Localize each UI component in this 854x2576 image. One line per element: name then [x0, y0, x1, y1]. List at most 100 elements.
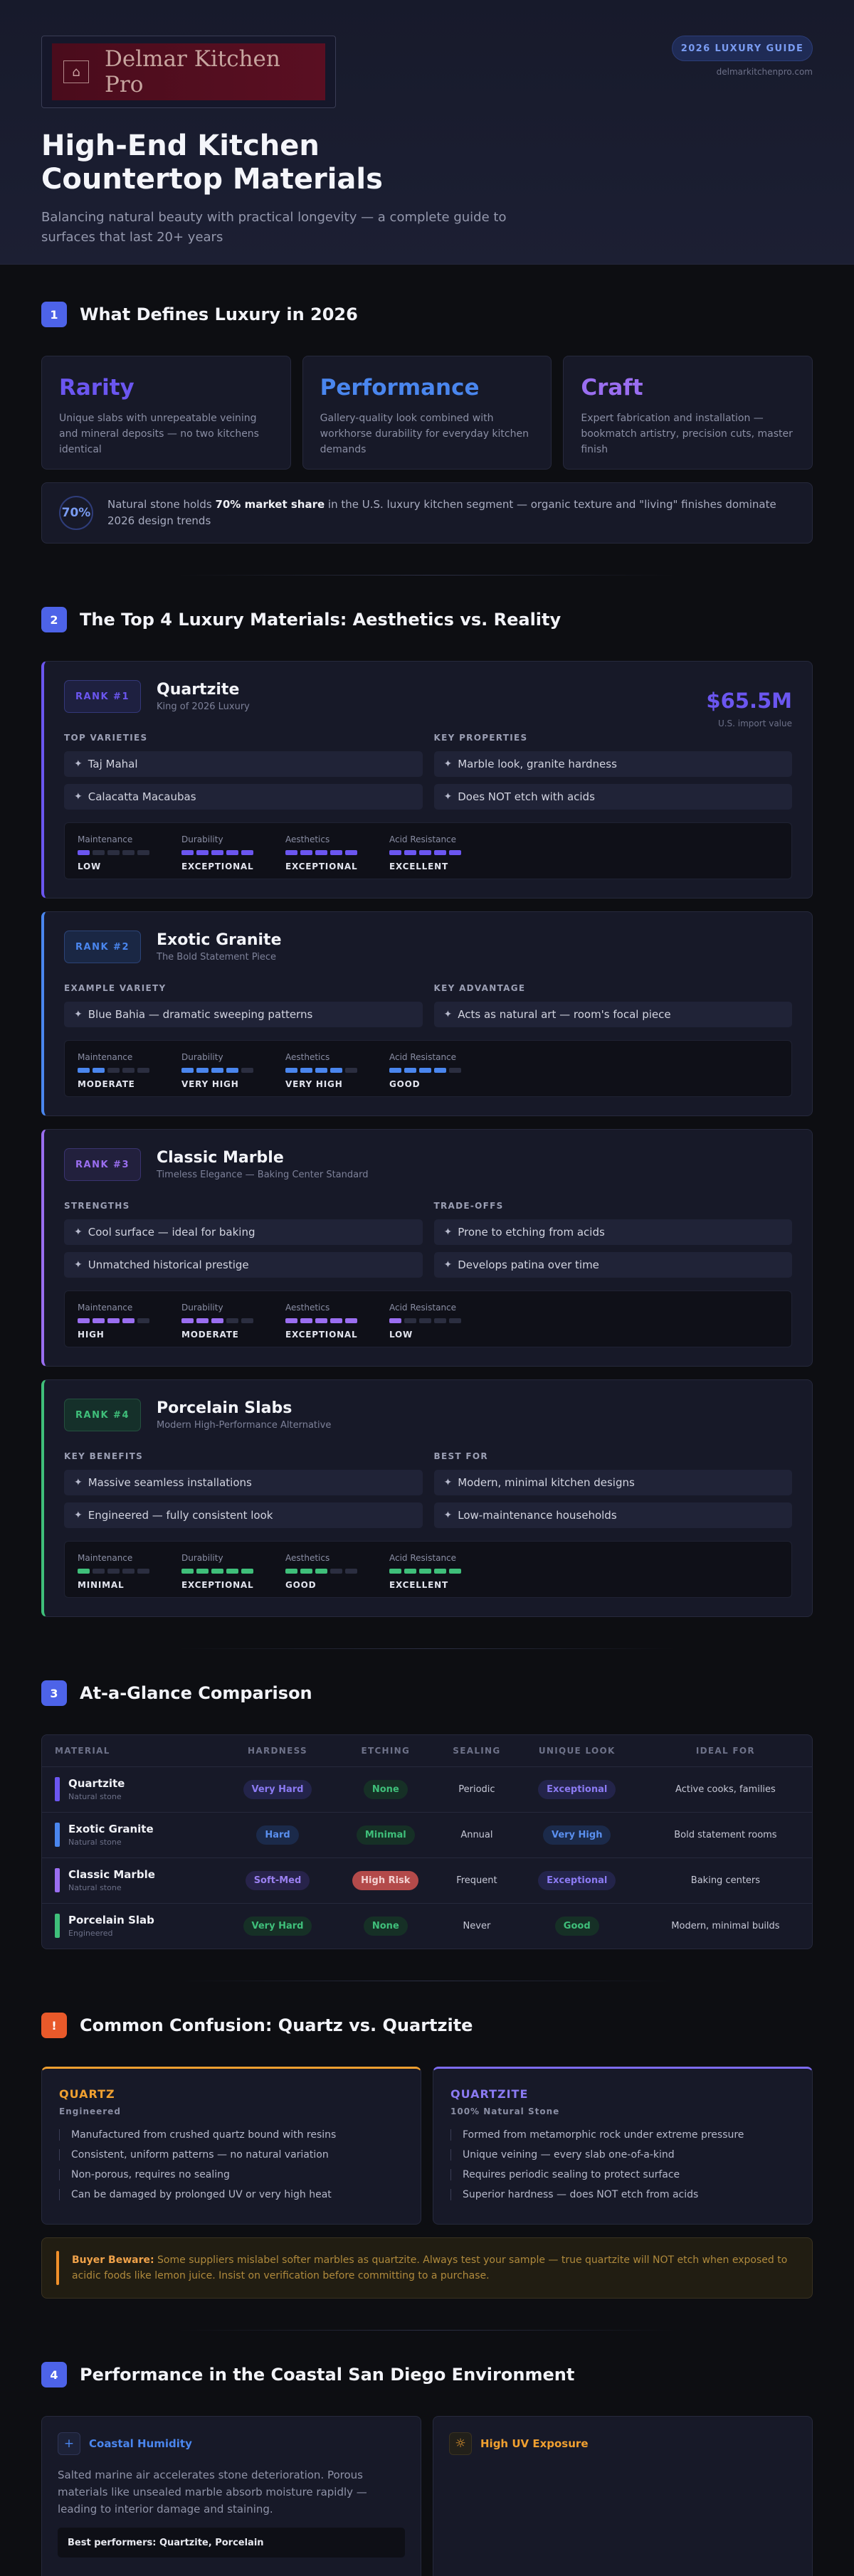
item-text: Low-maintenance households	[458, 1509, 617, 1522]
meter-level: VERY HIGH	[285, 1079, 343, 1089]
logo-text: Delmar Kitchen Pro	[105, 46, 280, 97]
etching-cell: None	[332, 1903, 438, 1949]
hardness-chip: Soft-Med	[245, 1870, 310, 1890]
detail-column: TRADE-OFFS ✦ Prone to etching from acids ✦ D…	[433, 1201, 792, 1285]
meter-segment	[389, 1318, 401, 1323]
ideal-cell: Modern, minimal builds	[671, 1920, 780, 1931]
list-item: ✦ Does NOT etch with acids	[433, 784, 792, 810]
column-heading: EXAMPLE VARIETY	[64, 983, 167, 993]
meter-bars	[285, 1318, 389, 1323]
section-number: 4	[41, 2362, 67, 2387]
material-heading: Quartzite King of 2026 Luxury	[157, 681, 250, 712]
sealing-cell: Frequent	[438, 1857, 515, 1904]
meter-segment	[211, 850, 223, 855]
item-text: Develops patina over time	[458, 1258, 599, 1271]
meter-level: GOOD	[389, 1079, 421, 1089]
sparkle-icon: ✦	[74, 1477, 83, 1488]
section-header: ! Common Confusion: Quartz vs. Quartzite	[41, 2013, 813, 2038]
meter-label: Maintenance	[78, 1303, 133, 1313]
sparkle-icon: ✦	[443, 1477, 453, 1488]
material-heading: Porcelain Slabs Modern High-Performance A…	[157, 1399, 331, 1431]
material-tagline: The Bold Statement Piece	[157, 952, 277, 963]
column-heading: TOP VARIETIES	[64, 733, 148, 743]
meter-segment	[404, 1569, 416, 1574]
detail-column: KEY PROPERTIES ✦ Marble look, granite hard…	[433, 733, 792, 817]
item-text: Modern, minimal kitchen designs	[458, 1476, 635, 1489]
meter-bars	[181, 1068, 285, 1073]
list-item: ✦ Blue Bahia — dramatic sweeping patterns	[64, 1002, 423, 1027]
etching-cell: None	[332, 1766, 439, 1813]
meter-segment	[78, 1569, 90, 1574]
meter-segment	[122, 850, 135, 855]
material-color-bar	[55, 1823, 60, 1847]
meter-segment	[389, 1068, 401, 1073]
meter-segment	[211, 1068, 223, 1073]
hardness-cell: Very Hard	[222, 1766, 333, 1813]
list-item: Unique veining — every slab one-of-a-kin…	[450, 2149, 795, 2161]
meter-segment	[181, 1318, 194, 1323]
brand-logo[interactable]: ⌂ Delmar Kitchen Pro	[52, 43, 325, 100]
material-color-bar	[55, 1914, 60, 1939]
material-card-quartzite: RANK #1 Quartzite King of 2026 Luxury $65.5…	[41, 661, 813, 899]
meter-label: Durability	[181, 834, 223, 844]
item-text: Blue Bahia — dramatic sweeping patterns	[88, 1008, 313, 1021]
materials-list: RANK #1 Quartzite King of 2026 Luxury $65.5…	[41, 661, 813, 1617]
meter-label: Acid Resistance	[389, 834, 457, 844]
sparkle-icon: ✦	[443, 1226, 453, 1238]
rating-meter: Maintenance MINIMAL	[78, 1553, 181, 1597]
etching-chip: None	[363, 1779, 408, 1799]
page-subtitle: Balancing natural beauty with practical …	[41, 210, 507, 245]
material-name: Exotic Granite	[68, 1823, 154, 1835]
table-row: Exotic Granite Natural stone Hard Minimal An…	[42, 1812, 812, 1858]
section-title: What Defines Luxury in 2026	[80, 304, 358, 324]
meter-segment	[330, 850, 342, 855]
rating-meter: Maintenance MODERATE	[78, 1052, 181, 1096]
section-header: 3 At-a-Glance Comparison	[41, 1680, 813, 1706]
sparkle-icon: ✦	[74, 1009, 83, 1020]
quartzite-kind: 100% Natural Stone	[450, 2106, 560, 2116]
meter-bars	[78, 1318, 181, 1323]
meter-segment	[434, 1569, 446, 1574]
meter-bars	[389, 1569, 493, 1574]
section-title: Performance in the Coastal San Diego Env…	[80, 2365, 575, 2385]
meter-segment	[419, 1068, 431, 1073]
column-heading: KEY BENEFITS	[64, 1451, 144, 1461]
rating-meter: Acid Resistance EXCELLENT	[389, 834, 493, 879]
etching-chip: Minimal	[356, 1825, 415, 1845]
section-header: 4 Performance in the Coastal San Diego E…	[41, 2362, 813, 2387]
material-name: Porcelain Slabs	[157, 1399, 292, 1417]
list-item: ✦ Calacatta Macaubas	[64, 784, 423, 810]
meter-segment	[285, 850, 297, 855]
rating-meters: Maintenance HIGH Durability MODERATE Aesthet…	[64, 1290, 792, 1347]
quartzite-title: QUARTZITE	[450, 2087, 529, 2101]
meter-bars	[389, 850, 493, 855]
material-name: Classic Marble	[157, 1149, 284, 1167]
look-chip: Exceptional	[538, 1779, 616, 1799]
ideal-cell: Bold statement rooms	[638, 1812, 812, 1858]
rating-meter: Durability EXCEPTIONAL	[181, 834, 285, 879]
meter-bars	[181, 850, 285, 855]
meter-segment	[107, 1569, 120, 1574]
quartz-comparison: QUARTZ Engineered Manufactured from crus…	[41, 2067, 813, 2225]
meter-segment	[345, 1318, 357, 1323]
rating-meters: Maintenance MODERATE Durability VERY HIGH Ae…	[64, 1040, 792, 1097]
divider	[178, 575, 676, 576]
meter-segment	[404, 850, 416, 855]
list-item: ✦ Unmatched historical prestige	[64, 1252, 423, 1278]
meter-segment	[330, 1068, 342, 1073]
rank-badge: RANK #2	[64, 931, 141, 963]
material-tagline: Timeless Elegance — Baking Center Standa…	[157, 1170, 369, 1180]
material-details: KEY BENEFITS ✦ Massive seamless installati…	[64, 1451, 792, 1535]
list-item: Non-porous, requires no sealing	[59, 2169, 404, 2180]
meter-segment	[137, 1318, 149, 1323]
material-card-granite: RANK #2 Exotic Granite The Bold Statement …	[41, 911, 813, 1116]
humidity-title: Coastal Humidity	[89, 2437, 192, 2450]
site-link[interactable]: delmarkitchenpro.com	[717, 67, 813, 77]
section-title: At-a-Glance Comparison	[80, 1683, 312, 1703]
sealing-cell: Annual	[438, 1812, 515, 1858]
detail-column: KEY ADVANTAGE ✦ Acts as natural art — room…	[433, 983, 792, 1034]
meter-label: Acid Resistance	[389, 1052, 457, 1062]
detail-column: STRENGTHS ✦ Cool surface — ideal for bakin…	[64, 1201, 423, 1285]
material-type: Natural stone	[68, 1883, 122, 1892]
column-heading: TRADE-OFFS	[433, 1201, 504, 1211]
